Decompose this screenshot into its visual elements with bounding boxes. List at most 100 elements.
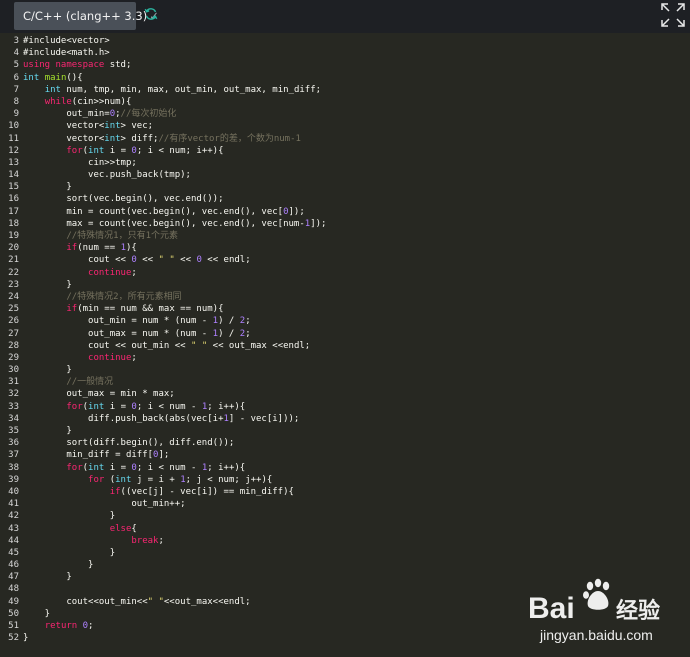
code-token: using namespace xyxy=(23,60,105,71)
code-line[interactable]: 19 //特殊情况1，只有1个元素 xyxy=(0,230,326,242)
language-tab[interactable]: C/C++ (clang++ 3.3) ✓ xyxy=(14,2,159,30)
code-line[interactable]: 46 } xyxy=(0,559,326,571)
code-line[interactable]: 23 } xyxy=(0,279,326,291)
code-token: " " xyxy=(158,255,175,266)
code-line[interactable]: 3 #include<vector> xyxy=(0,35,326,47)
code-token: } xyxy=(23,547,116,558)
code-token: << endl; xyxy=(201,255,251,266)
code-line[interactable]: 33 for(int i = 0; i < num - 1; i++){ xyxy=(0,401,326,413)
line-code: else{ xyxy=(23,523,137,535)
code-line[interactable]: 44 break; xyxy=(0,535,326,547)
code-line[interactable]: 34 diff.push_back(abs(vec[i+1] - vec[i])… xyxy=(0,413,326,425)
code-token: //一般情况 xyxy=(23,377,114,388)
code-line[interactable]: 16 sort(vec.begin(), vec.end()); xyxy=(0,193,326,205)
line-number: 32 xyxy=(8,389,19,400)
watermark-url: jingyan.baidu.com xyxy=(539,627,653,643)
line-code: } xyxy=(23,559,93,571)
code-line[interactable]: 40 if((vec[j] - vec[i]) == min_diff){ xyxy=(0,486,326,498)
line-code: cout << 0 << " " << 0 << endl; xyxy=(23,254,251,266)
code-line[interactable]: 15 } xyxy=(0,181,326,193)
code-token: ; xyxy=(131,267,137,278)
code-token: continue xyxy=(88,352,132,363)
code-line[interactable]: 39 for (int j = i + 1; j < num; j++){ xyxy=(0,474,326,486)
line-code: cout << out_min << " " << out_max <<endl… xyxy=(23,340,310,352)
code-line[interactable]: 37 min_diff = diff[0]; xyxy=(0,449,326,461)
line-number: 22 xyxy=(8,267,19,278)
code-line[interactable]: 47 } xyxy=(0,571,326,583)
code-line[interactable]: 10 vector<int> vec; xyxy=(0,120,326,132)
code-line[interactable]: 42 } xyxy=(0,510,326,522)
line-code: } xyxy=(23,632,28,644)
code-token: for xyxy=(66,145,83,156)
code-line[interactable]: 7 int num, tmp, min, max, out_min, out_m… xyxy=(0,84,326,96)
code-line[interactable]: 28 cout << out_min << " " << out_max <<e… xyxy=(0,340,326,352)
code-line[interactable]: 5 using namespace std; xyxy=(0,59,326,71)
code-line[interactable]: 38 for(int i = 0; i < num - 1; i++){ xyxy=(0,462,326,474)
code-line[interactable]: 51 return 0; xyxy=(0,620,326,632)
code-line[interactable]: 26 out_min = num * (num - 1) / 2; xyxy=(0,315,326,327)
code-editor[interactable]: 3 #include<vector> 4 #include<math.h> 5 using… xyxy=(0,33,690,657)
code-token: ; xyxy=(158,535,164,546)
line-code: out_min = num * (num - 1) / 2; xyxy=(23,315,251,327)
code-line[interactable]: 48 xyxy=(0,583,326,595)
code-line[interactable]: 11 vector<int> diff;//有序vector的差，个数为num-… xyxy=(0,133,326,145)
line-number: 37 xyxy=(8,450,19,461)
code-token: ; j < num; j++){ xyxy=(185,474,273,485)
line-number: 9 xyxy=(13,109,19,120)
code-line[interactable]: 43 else{ xyxy=(0,523,326,535)
line-code: for(int i = 0; i < num - 1; i++){ xyxy=(23,462,245,474)
code-line[interactable]: 17 min = count(vec.begin(), vec.end(), v… xyxy=(0,206,326,218)
code-line[interactable]: 49 cout<<out_min<<" "<<out_max<<endl; xyxy=(0,596,326,608)
line-number: 48 xyxy=(8,584,19,595)
code-line[interactable]: 6 int main(){ xyxy=(0,72,326,84)
code-token: min = count(vec.begin(), vec.end(), vec[ xyxy=(23,206,284,217)
code-token: ]); xyxy=(288,206,305,217)
code-line[interactable]: 4 #include<math.h> xyxy=(0,47,326,59)
line-number: 16 xyxy=(8,194,19,205)
code-line[interactable]: 27 out_max = num * (num - 1) / 2; xyxy=(0,328,326,340)
line-number: 47 xyxy=(8,572,19,583)
code-token: break xyxy=(131,535,159,546)
code-line[interactable]: 13 cin>>tmp; xyxy=(0,157,326,169)
code-line[interactable]: 20 if(num == 1){ xyxy=(0,242,326,254)
line-number: 35 xyxy=(8,426,19,436)
line-number: 12 xyxy=(8,145,19,156)
line-code: continue; xyxy=(23,352,137,364)
code-token: out_max = num * (num - xyxy=(23,328,213,339)
line-code: using namespace std; xyxy=(23,59,131,71)
line-code: //特殊情况1，只有1个元素 xyxy=(23,230,178,242)
code-line[interactable]: 32 out_max = min * max; xyxy=(0,388,326,400)
code-line[interactable]: 41 out_min++; xyxy=(0,498,326,510)
code-line[interactable]: 30 } xyxy=(0,364,326,376)
code-line[interactable]: 52} xyxy=(0,632,326,644)
line-number: 42 xyxy=(8,511,19,522)
code-line[interactable]: 9 out_min=0;//每次初始化 xyxy=(0,108,326,120)
line-code: if(min == num && max == num){ xyxy=(23,303,223,315)
code-line[interactable]: 29 continue; xyxy=(0,352,326,364)
line-number: 19 xyxy=(8,231,19,241)
line-code: out_max = min * max; xyxy=(23,388,174,400)
code-line[interactable]: 31 //一般情况 xyxy=(0,376,326,388)
code-line[interactable]: 8 while(cin>>num){ xyxy=(0,96,326,108)
line-code: min = count(vec.begin(), vec.end(), vec[… xyxy=(23,206,305,218)
code-line[interactable]: 35 } xyxy=(0,425,326,437)
code-line[interactable]: 25 if(min == num && max == num){ xyxy=(0,303,326,315)
line-number: 26 xyxy=(8,316,19,327)
refresh-icon[interactable] xyxy=(144,7,158,21)
line-number: 5 xyxy=(13,60,19,71)
code-token: continue xyxy=(88,267,132,278)
line-number: 30 xyxy=(8,365,19,376)
code-line[interactable]: 45 } xyxy=(0,547,326,559)
code-line[interactable]: 21 cout << 0 << " " << 0 << endl; xyxy=(0,254,326,266)
expand-icon[interactable] xyxy=(660,2,686,28)
code-line[interactable]: 24 //特殊情况2，所有元素相同 xyxy=(0,291,326,303)
code-line[interactable]: 22 continue; xyxy=(0,267,326,279)
line-code: vector<int> vec; xyxy=(23,120,153,132)
code-line[interactable]: 18 max = count(vec.begin(), vec.end(), v… xyxy=(0,218,326,230)
code-token: } xyxy=(23,572,72,583)
code-line[interactable]: 36 sort(diff.begin(), diff.end()); xyxy=(0,437,326,449)
code-line[interactable]: 50 } xyxy=(0,608,326,620)
code-token: } xyxy=(23,182,72,193)
code-line[interactable]: 12 for(int i = 0; i < num; i++){ xyxy=(0,145,326,157)
code-line[interactable]: 14 vec.push_back(tmp); xyxy=(0,169,326,181)
